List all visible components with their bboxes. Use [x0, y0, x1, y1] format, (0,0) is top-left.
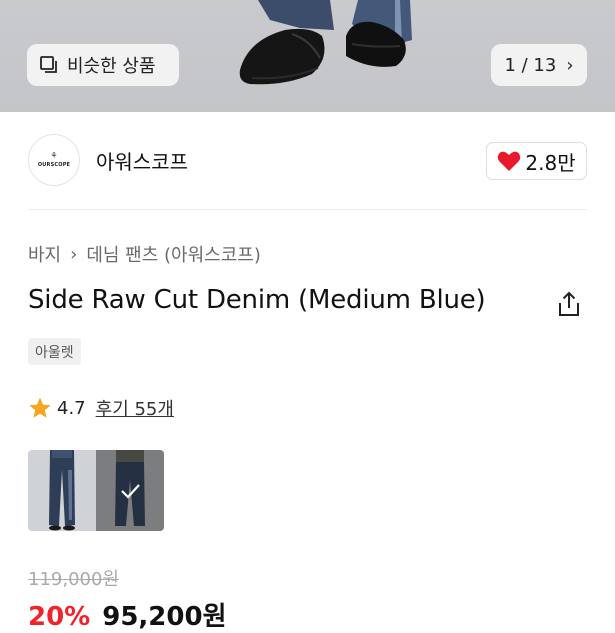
image-counter-button[interactable]: 1 / 13 ›	[491, 44, 587, 86]
product-image-carousel[interactable]: 비슷한 상품 1 / 13 ›	[0, 0, 615, 112]
color-option-thumbnail-1[interactable]	[28, 450, 96, 531]
similar-items-label: 비슷한 상품	[67, 56, 156, 77]
discount-rate: 20%	[28, 602, 91, 632]
chevron-right-icon: ›	[566, 54, 574, 76]
breadcrumb: 바지 › 데님 팬츠 (아워스코프)	[28, 241, 261, 267]
breadcrumb-item-pants[interactable]: 바지	[28, 241, 61, 267]
star-icon	[29, 397, 51, 418]
brand-logo-mark: ⚘	[50, 151, 58, 160]
image-counter: 1 / 13	[504, 54, 557, 76]
like-count: 2.8만	[525, 150, 576, 175]
rating-row: 4.7 후기 55개	[28, 395, 174, 421]
brand-name[interactable]: 아워스코프	[96, 146, 188, 175]
reviews-link[interactable]: 후기 55개	[96, 395, 174, 421]
brand-logo-wordmark: OURSCOPE	[37, 162, 71, 168]
chevron-right-icon: ›	[70, 243, 78, 265]
divider	[28, 209, 587, 210]
breadcrumb-item-denim[interactable]: 데님 팬츠 (아워스코프)	[86, 241, 261, 267]
share-icon[interactable]	[555, 290, 583, 318]
product-title: Side Raw Cut Denim (Medium Blue)	[28, 285, 486, 315]
like-button[interactable]: 2.8만	[486, 142, 587, 180]
outlet-badge: 아울렛	[28, 338, 81, 365]
heart-icon	[498, 151, 521, 171]
thumbnail-image	[96, 450, 164, 531]
rating-score: 4.7	[57, 397, 86, 419]
similar-items-icon	[40, 56, 57, 73]
brand-logo[interactable]: ⚘ OURSCOPE	[28, 134, 80, 186]
original-price: 119,000원	[28, 569, 119, 590]
similar-items-button[interactable]: 비슷한 상품	[27, 44, 179, 86]
thumbnail-image	[28, 450, 96, 531]
color-option-thumbnail-2-selected[interactable]	[96, 450, 164, 531]
